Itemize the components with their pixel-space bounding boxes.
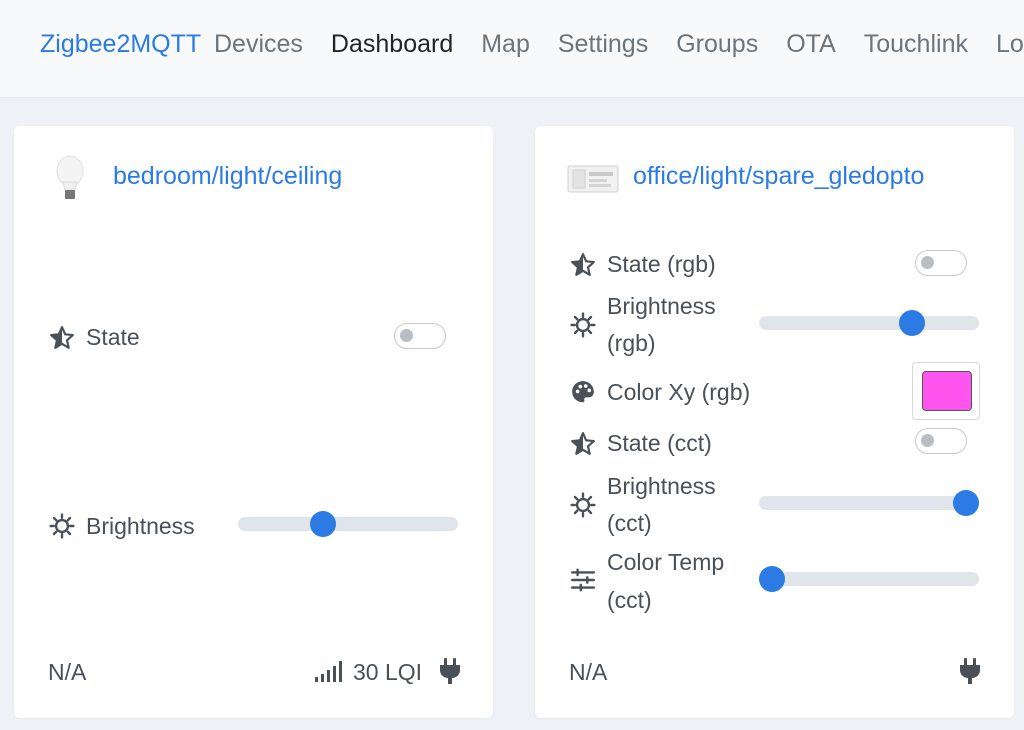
color-temp-cct-label: Color Temp bbox=[607, 549, 725, 575]
brightness-slider[interactable] bbox=[238, 511, 458, 537]
toggle-knob bbox=[921, 434, 934, 447]
brightness-cct-label: Brightness bbox=[607, 473, 716, 499]
slider-thumb[interactable] bbox=[898, 310, 925, 336]
slider-thumb[interactable] bbox=[953, 490, 979, 516]
star-half-icon bbox=[571, 253, 595, 276]
top-navbar: Zigbee2MQTT Devices Dashboard Map Settin… bbox=[0, 0, 1024, 98]
plug-icon bbox=[440, 658, 460, 684]
device-card-office-gledopto: office/light/spare_gledopto State (rgb) … bbox=[535, 126, 1014, 718]
state-toggle[interactable] bbox=[394, 323, 446, 349]
nav-devices[interactable]: Devices bbox=[214, 30, 317, 59]
color-swatch bbox=[922, 371, 972, 411]
light-bulb-icon bbox=[56, 155, 84, 199]
last-seen-value: N/A bbox=[48, 659, 87, 685]
nav-dashboard[interactable]: Dashboard bbox=[331, 30, 467, 59]
plug-icon bbox=[960, 658, 980, 684]
color-picker[interactable] bbox=[912, 362, 980, 420]
state-rgb-toggle[interactable] bbox=[915, 250, 967, 276]
nav-ota[interactable]: OTA bbox=[786, 30, 850, 59]
nav-logs[interactable]: Logs bbox=[996, 30, 1024, 59]
brightness-rgb-label: Brightness bbox=[607, 293, 716, 319]
nav-groups[interactable]: Groups bbox=[676, 30, 772, 59]
brand-link[interactable]: Zigbee2MQTT bbox=[40, 30, 201, 59]
nav-touchlink[interactable]: Touchlink bbox=[864, 30, 982, 59]
toggle-knob bbox=[921, 256, 934, 269]
toggle-knob bbox=[400, 329, 413, 342]
device-card-bedroom-ceiling: bedroom/light/ceiling State Brightness N… bbox=[14, 126, 493, 718]
state-label: State bbox=[86, 324, 140, 350]
sliders-icon bbox=[570, 568, 596, 592]
sun-icon bbox=[570, 492, 596, 518]
sun-icon bbox=[570, 312, 596, 338]
brightness-cct-slider[interactable] bbox=[759, 490, 979, 516]
lqi-value: 30 LQI bbox=[353, 659, 423, 685]
star-half-icon bbox=[50, 326, 74, 349]
device-link[interactable]: bedroom/light/ceiling bbox=[113, 162, 342, 191]
device-link[interactable]: office/light/spare_gledopto bbox=[633, 162, 924, 191]
nav-map[interactable]: Map bbox=[481, 30, 544, 59]
nav-settings[interactable]: Settings bbox=[558, 30, 662, 59]
last-seen-value: N/A bbox=[569, 659, 608, 685]
signal-strength-icon bbox=[315, 661, 342, 682]
sun-icon bbox=[49, 513, 75, 539]
brightness-rgb-slider[interactable] bbox=[759, 310, 979, 336]
slider-thumb[interactable] bbox=[309, 511, 336, 537]
state-rgb-label: State (rgb) bbox=[607, 251, 716, 277]
brightness-label: Brightness bbox=[86, 513, 195, 539]
palette-icon bbox=[572, 381, 594, 403]
color-temp-cct-sublabel: (cct) bbox=[607, 587, 652, 613]
state-cct-label: State (cct) bbox=[607, 430, 712, 456]
nav-links: Devices Dashboard Map Settings Groups OT… bbox=[214, 30, 1024, 59]
star-half-icon bbox=[571, 432, 595, 455]
brightness-cct-sublabel: (cct) bbox=[607, 510, 652, 536]
color-xy-rgb-label: Color Xy (rgb) bbox=[607, 379, 751, 405]
state-cct-toggle[interactable] bbox=[915, 428, 967, 454]
color-temp-cct-slider[interactable] bbox=[759, 566, 979, 592]
slider-thumb[interactable] bbox=[759, 566, 785, 592]
led-controller-icon bbox=[567, 165, 619, 193]
brightness-rgb-sublabel: (rgb) bbox=[607, 330, 656, 356]
